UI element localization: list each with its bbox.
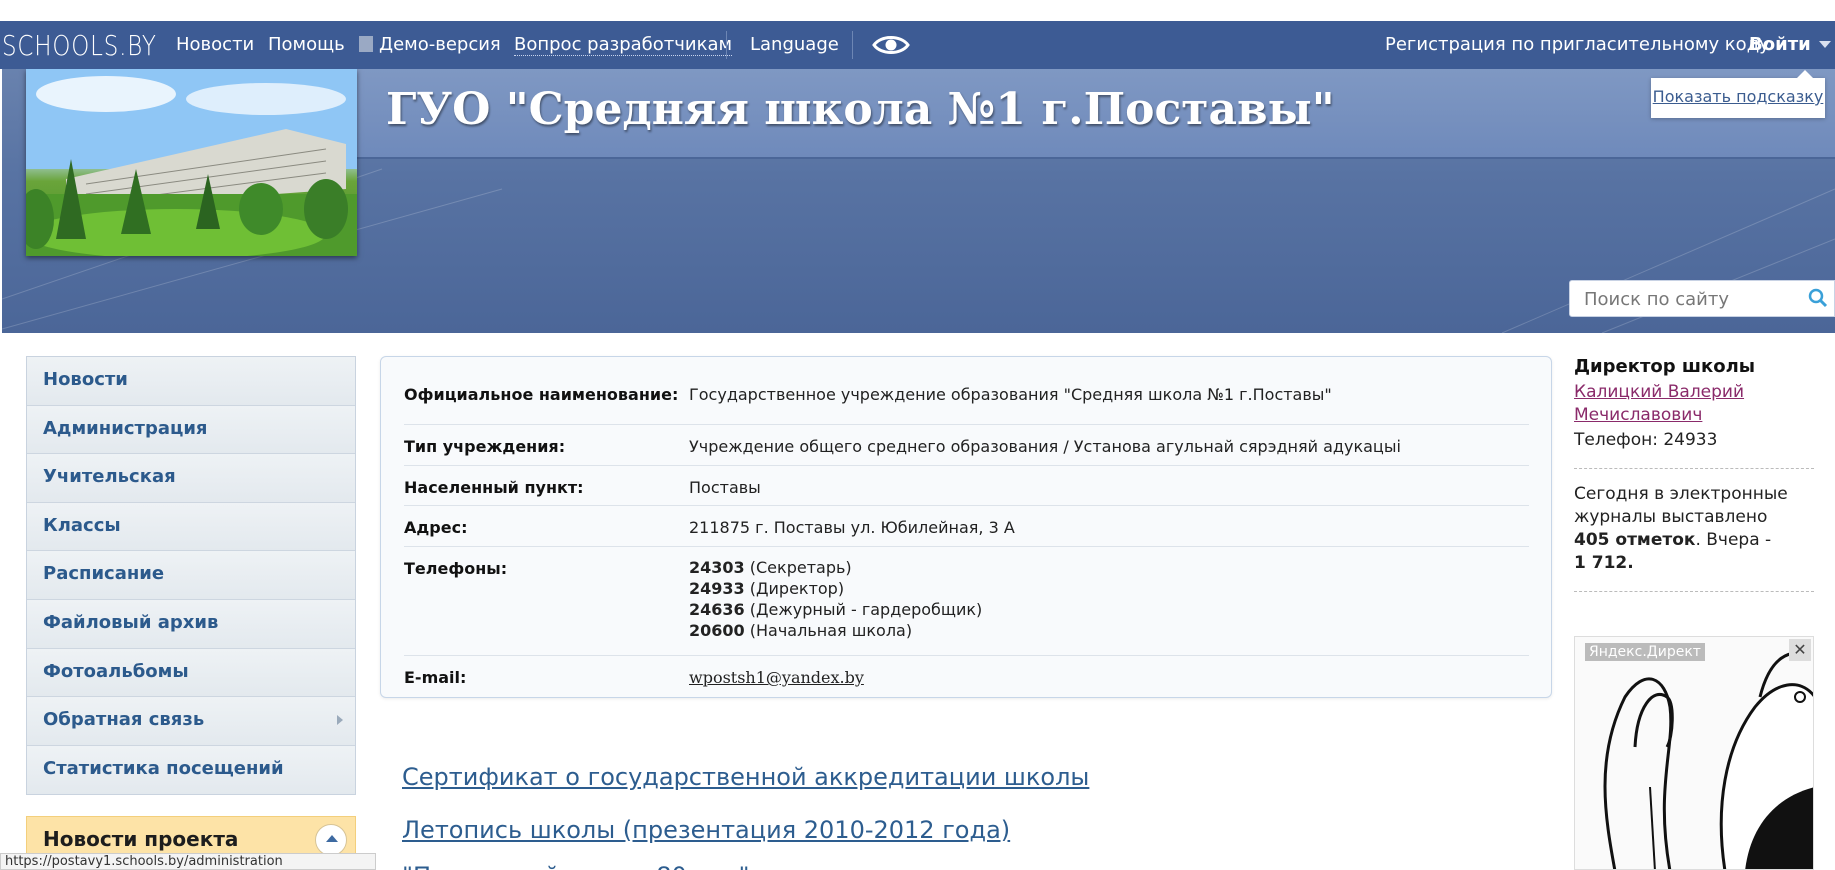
school-title: ГУО "Средняя школа №1 г.Поставы" <box>386 84 1335 135</box>
sidebar-item-feedback[interactable]: Обратная связь <box>27 697 355 746</box>
sidebar-item-classes[interactable]: Классы <box>27 502 355 552</box>
stats-period: . <box>1627 553 1634 573</box>
phone-desc: (Начальная школа) <box>749 621 913 640</box>
ad-block[interactable]: Яндекс.Директ ✕ <box>1574 636 1814 870</box>
site-logo[interactable]: SCHOOLS.BY <box>2 29 157 62</box>
journals-stats: Сегодня в электронные журналы выставлено 4… <box>1574 483 1814 575</box>
info-label: Официальное наименование: <box>404 385 679 404</box>
nav-demo-label: Демо-версия <box>379 34 501 55</box>
info-row-locality: Населенный пункт: Поставы <box>404 466 1529 506</box>
info-row-official-name: Официальное наименование: Государственно… <box>404 385 1529 425</box>
sidebar-item-schedule[interactable]: Расписание <box>27 551 355 600</box>
chevron-right-icon <box>337 715 343 726</box>
close-icon[interactable]: ✕ <box>1789 639 1811 661</box>
sidebar-item-file-archive[interactable]: Файловый архив <box>27 599 355 649</box>
yesterday-text: . Вчера - <box>1695 530 1772 550</box>
phone-desc: (Дежурный - гардеробщик) <box>749 600 983 619</box>
nav-demo[interactable]: Демо-версия <box>359 34 501 55</box>
nav-language[interactable]: Language <box>750 34 839 55</box>
search-icon[interactable] <box>1808 288 1828 308</box>
info-value: Поставы <box>689 478 761 497</box>
director-name-line: Калицкий Валерий <box>1574 382 1745 402</box>
nav-divider <box>726 31 727 59</box>
email-link[interactable]: wpostsh1@yandex.by <box>689 668 864 687</box>
info-row-phones: Телефоны: 24303 (Секретарь) 24933 (Дирек… <box>404 547 1529 656</box>
director-name-link[interactable]: Калицкий Валерий Мечиславович <box>1574 381 1814 427</box>
register-invite-link[interactable]: Регистрация по пригласительному коду <box>1385 34 1770 55</box>
stats-line: Сегодня в электронные <box>1574 484 1788 504</box>
info-label: Адрес: <box>404 518 468 537</box>
nav-help[interactable]: Помощь <box>268 34 345 55</box>
today-marks: 405 отметок <box>1574 530 1696 550</box>
anniversary-link[interactable]: "Поставской школе 80 лет" <box>402 862 750 870</box>
chevron-down-icon <box>1818 41 1831 48</box>
ad-label: Яндекс.Директ <box>1585 643 1705 661</box>
divider <box>1574 591 1814 592</box>
director-name-line: Мечиславович <box>1574 405 1703 425</box>
top-navbar: SCHOOLS.BY Новости Помощь Демо-версия Во… <box>0 21 1835 69</box>
phone-entry: 24636 (Дежурный - гардеробщик) <box>689 599 982 620</box>
search-input[interactable]: Поиск по сайту <box>1569 280 1835 317</box>
info-row-address: Адрес: 211875 г. Поставы ул. Юбилейная, … <box>404 506 1529 547</box>
stats-line: журналы выставлено <box>1574 507 1768 527</box>
info-label: E-mail: <box>404 668 467 687</box>
show-hint-link[interactable]: Показать подсказку <box>1653 87 1824 106</box>
info-value: Государственное учреждение образования "… <box>689 385 1332 404</box>
director-heading: Директор школы <box>1574 356 1756 377</box>
search-placeholder: Поиск по сайту <box>1584 289 1730 310</box>
sidebar-item-label: Обратная связь <box>43 709 205 731</box>
sidebar-item-teachers-room[interactable]: Учительская <box>27 454 355 503</box>
phone-number: 24636 <box>689 600 745 619</box>
yesterday-marks: 1 712 <box>1574 553 1628 573</box>
info-value: 211875 г. Поставы ул. Юбилейная, 3 А <box>689 518 1015 537</box>
director-phone: Телефон: 24933 <box>1574 430 1718 450</box>
phone-desc: (Секретарь) <box>749 558 852 577</box>
phone-number: 20600 <box>689 621 745 640</box>
phone-desc: (Директор) <box>749 579 845 598</box>
sidebar-item-administration[interactable]: Администрация <box>27 405 355 455</box>
accreditation-certificate-link[interactable]: Сертификат о государственной аккредитаци… <box>402 763 1089 791</box>
project-news-title: Новости проекта <box>43 827 239 851</box>
school-info-card: Официальное наименование: Государственно… <box>380 356 1552 698</box>
book-icon <box>359 36 373 52</box>
info-row-email: E-mail: wpostsh1@yandex.by <box>404 656 1529 696</box>
sidebar-menu: Новости Администрация Учительская Классы… <box>26 356 356 796</box>
right-sidebar: Директор школы Калицкий Валерий Мечиславо… <box>1574 356 1814 606</box>
info-value: Учреждение общего среднего образования /… <box>689 437 1401 456</box>
show-hint-popup[interactable]: Показать подсказку <box>1651 70 1825 118</box>
nav-developer-question[interactable]: Вопрос разработчикам <box>514 34 733 56</box>
phone-entry: 20600 (Начальная школа) <box>689 620 982 641</box>
divider <box>1574 468 1814 469</box>
status-bar-url: https://postavy1.schools.by/administrati… <box>0 853 376 870</box>
sidebar-item-photo-albums[interactable]: Фотоальбомы <box>27 648 355 698</box>
ad-image <box>1575 637 1813 869</box>
info-row-type: Тип учреждения: Учреждение общего средне… <box>404 425 1529 466</box>
school-photo <box>26 69 357 256</box>
login-button[interactable]: Войти <box>1749 34 1831 55</box>
sidebar-item-news[interactable]: Новости <box>27 357 355 406</box>
nav-news[interactable]: Новости <box>176 34 254 55</box>
phone-entry: 24303 (Секретарь) <box>689 557 982 578</box>
info-label: Телефоны: <box>404 559 508 578</box>
info-label: Тип учреждения: <box>404 437 566 456</box>
nav-divider <box>852 31 853 59</box>
sidebar-item-visit-stats[interactable]: Статистика посещений <box>27 745 355 795</box>
collapse-toggle-icon[interactable] <box>315 824 347 856</box>
phone-list: 24303 (Секретарь) 24933 (Директор) 24636… <box>689 557 982 641</box>
header-banner: ГУО "Средняя школа №1 г.Поставы" Поиск п… <box>2 69 1835 333</box>
info-label: Населенный пункт: <box>404 478 584 497</box>
login-label: Войти <box>1749 34 1811 55</box>
phone-number: 24933 <box>689 579 745 598</box>
eye-icon[interactable] <box>872 33 910 57</box>
phone-entry: 24933 (Директор) <box>689 578 982 599</box>
phone-number: 24303 <box>689 558 745 577</box>
school-chronicle-link[interactable]: Летопись школы (презентация 2010-2012 го… <box>402 816 1010 844</box>
